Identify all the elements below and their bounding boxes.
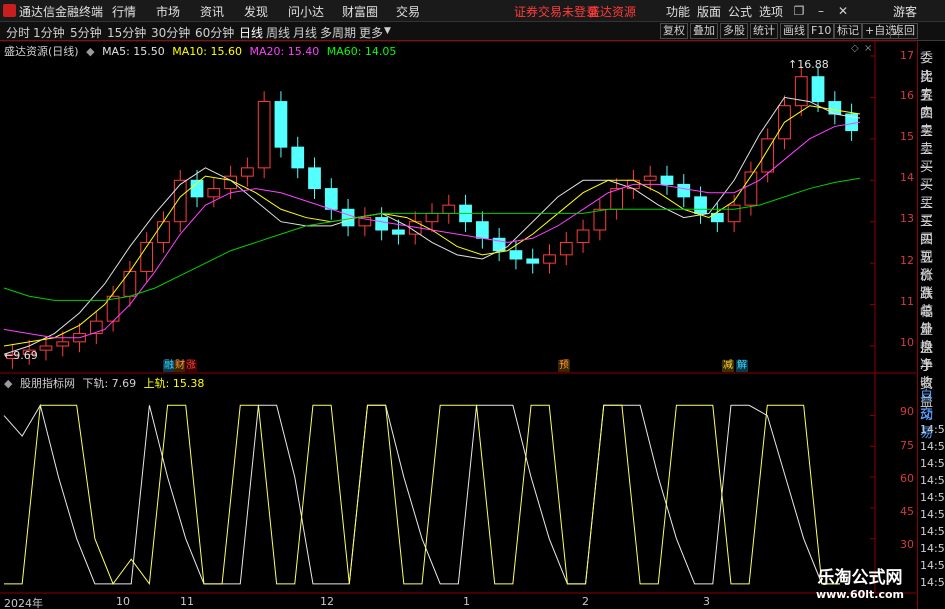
y-tick-16: 16	[900, 89, 914, 102]
candle-body-15	[257, 101, 271, 169]
sub-tick-75: 75	[900, 439, 914, 452]
watermark: 乐淘公式网 www.60lt.com	[795, 563, 925, 607]
x-label-feb: 2	[582, 595, 589, 608]
candle-body-3	[56, 341, 70, 347]
candle-body-28	[475, 221, 489, 239]
y-tick-17: 17	[900, 49, 914, 62]
candle-body-26	[442, 204, 456, 214]
rp-time-2: 14:56	[920, 457, 945, 470]
rp-time-5: 14:56	[920, 508, 945, 521]
sub-legend: ◆ 股朋指标网 下轨: 7.69 上轨: 15.38	[4, 375, 208, 391]
y-tick-15: 15	[900, 130, 914, 143]
x-label-oct: 10	[116, 595, 130, 608]
rp-time-4: 14:56	[920, 491, 945, 504]
x-label-jan: 1	[463, 595, 470, 608]
quote-side-panel: 委比 卖五 卖四 卖三 卖二 卖一 买一 买二 买三 买四 买五 现价 涨跌 涨…	[917, 41, 945, 609]
watermark-url: www.60lt.com	[815, 588, 905, 601]
low-price-annotation: ←9.69	[4, 349, 38, 362]
candle-body-35	[593, 208, 607, 231]
x-label-2024: 2024年	[4, 597, 43, 609]
legend-dropdown-icon[interactable]: ◆	[86, 45, 94, 58]
ma20-legend: MA20: 15.40	[249, 45, 320, 58]
candle-body-23	[392, 229, 405, 235]
indicator-lines	[3, 403, 840, 586]
ma60-legend: MA60: 14.05	[326, 45, 397, 58]
chart-settings-icon[interactable]: ◇	[851, 43, 859, 54]
event-badge-limit-up[interactable]: 涨	[185, 360, 197, 372]
candle-body-25	[425, 212, 439, 223]
rp-time-6: 14:56	[920, 525, 945, 538]
lower-band-legend: 下轨: 7.69	[82, 377, 137, 390]
high-price-annotation: ↑16.88	[788, 58, 829, 71]
candle-body-48	[811, 76, 825, 103]
x-label-mar: 3	[703, 595, 710, 608]
y-tick-13: 13	[900, 212, 914, 225]
candle-body-22	[375, 217, 389, 231]
ma10-legend: MA10: 15.60	[172, 45, 242, 58]
candle-body-40	[677, 183, 691, 198]
candle-body-41	[694, 196, 707, 214]
rp-time-3: 14:56	[920, 474, 945, 487]
x-label-nov: 11	[180, 595, 194, 608]
candle-body-38	[643, 175, 657, 181]
rp-time-7: 14:56	[920, 542, 945, 555]
candlestick-series	[6, 66, 858, 369]
candle-body-10	[173, 179, 187, 223]
sub-legend-dropdown-icon[interactable]: ◆	[4, 377, 12, 390]
candle-body-19	[324, 188, 338, 210]
candle-body-34	[576, 229, 590, 243]
candle-body-2	[39, 345, 53, 351]
sub-tick-30: 30	[900, 538, 914, 551]
candle-body-20	[341, 208, 355, 227]
event-badge-reduce[interactable]: 减	[722, 360, 734, 372]
main-legend: 盛达资源(日线) ◆ MA5: 15.50 MA10: 15.60 MA20: …	[4, 43, 400, 59]
candle-body-12	[207, 188, 221, 198]
candle-body-30	[509, 250, 523, 260]
candle-body-14	[240, 167, 254, 177]
candle-body-9	[157, 221, 170, 243]
candle-body-18	[308, 167, 321, 190]
indicator-name: 股朋指标网	[19, 377, 75, 390]
y-tick-10: 10	[900, 336, 914, 349]
candle-body-39	[660, 175, 674, 185]
sub-tick-60: 60	[900, 472, 914, 485]
candle-body-32	[543, 254, 556, 264]
watermark-title: 乐淘公式网	[817, 568, 903, 588]
upper-band-legend: 上轨: 15.38	[143, 377, 205, 390]
stock-legend-label: 盛达资源(日线)	[4, 45, 79, 58]
sub-tick-90: 90	[900, 405, 914, 418]
candle-body-17	[291, 146, 305, 169]
event-badge-unlock[interactable]: 解	[736, 360, 748, 372]
ma5-legend: MA5: 15.50	[102, 45, 165, 58]
x-label-dec: 12	[320, 595, 334, 608]
y-tick-12: 12	[900, 254, 914, 267]
candle-body-7	[123, 270, 137, 297]
candle-body-43	[727, 204, 741, 223]
indicator-line-0	[3, 403, 840, 585]
chart-canvas[interactable]	[0, 0, 945, 609]
rp-time-0: 14:56	[920, 423, 945, 436]
candle-body-33	[559, 241, 573, 256]
indicator-line-1	[4, 404, 840, 586]
y-tick-11: 11	[900, 295, 914, 308]
chart-close-icon[interactable]: ×	[864, 43, 872, 54]
y-tick-14: 14	[900, 171, 914, 184]
candle-body-16	[274, 101, 288, 148]
rp-time-1: 14:56	[920, 440, 945, 453]
series-line-ma20	[3, 121, 861, 339]
candle-body-31	[526, 258, 540, 264]
sub-tick-45: 45	[900, 505, 914, 518]
event-badge-forecast[interactable]: 预	[558, 360, 570, 372]
